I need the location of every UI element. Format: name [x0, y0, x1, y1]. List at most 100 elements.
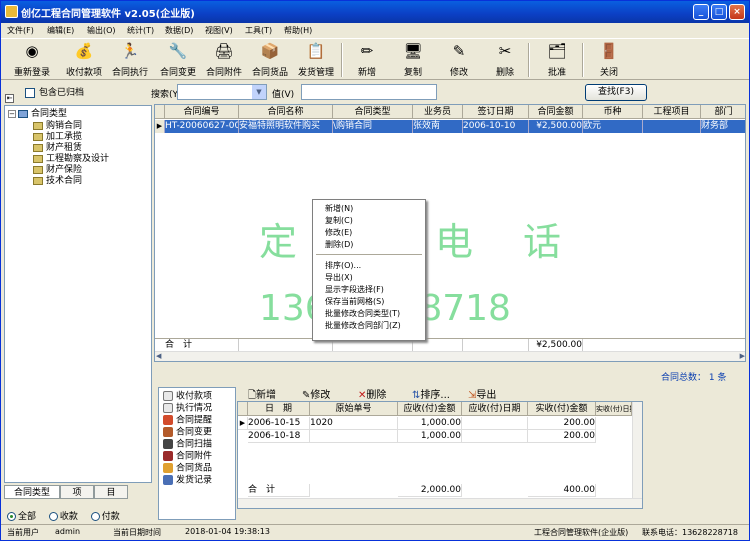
status-user: admin: [55, 527, 81, 536]
radio-receive[interactable]: 收款: [48, 512, 78, 522]
ctx-edit[interactable]: 修改(E): [325, 227, 352, 238]
receive-pay-button[interactable]: 💰 收付款项: [61, 41, 107, 79]
nav-attachment[interactable]: 合同附件: [163, 451, 212, 463]
radio-dot[interactable]: [48, 512, 58, 521]
radio-pay[interactable]: 付款: [90, 512, 120, 522]
menu-data[interactable]: 数据(D): [165, 25, 193, 36]
tab-contract-type[interactable]: 合同类型: [4, 485, 60, 499]
scroll-right-icon[interactable]: ▶: [740, 352, 745, 360]
tree-item[interactable]: 财产保险: [33, 165, 82, 175]
ctx-sort[interactable]: 排序(O)...: [325, 260, 361, 271]
nav-goods[interactable]: 合同货品: [163, 463, 212, 475]
subcell-paid-amount: 200.00: [528, 417, 596, 430]
tree-item[interactable]: 技术合同: [33, 176, 82, 186]
goods-button[interactable]: 📦 合同货品: [247, 41, 293, 79]
col-salesman[interactable]: 业务员: [413, 105, 463, 119]
find-button[interactable]: 查找(F3): [585, 84, 647, 101]
tree-root[interactable]: − 合同类型: [8, 109, 67, 119]
tree-item[interactable]: 工程勘察及设计: [33, 154, 109, 164]
col-sign-date[interactable]: 签订日期: [463, 105, 529, 119]
ctx-batch-dept[interactable]: 批量修改合同部门(Z): [325, 320, 401, 331]
status-user-label: 当前用户: [7, 528, 39, 537]
edit-icon: ✎: [452, 42, 466, 60]
search-field-select[interactable]: ▼: [177, 84, 267, 100]
app-window: 创亿工程合同管理软件 v2.05(企业版) _ □ × 文件(F) 编辑(E) …: [0, 0, 750, 541]
close-window-button[interactable]: ×: [729, 4, 745, 20]
subcol-paid-date[interactable]: 实收(付)日期: [596, 402, 632, 416]
menu-edit[interactable]: 编辑(E): [47, 25, 74, 36]
tab-project-1[interactable]: 项: [60, 485, 94, 499]
search-value-input[interactable]: [301, 84, 437, 100]
sub-edit-button[interactable]: ✎修改: [302, 386, 330, 401]
tree-collapse-icon[interactable]: −: [8, 110, 16, 118]
nav-change[interactable]: 合同变更: [163, 427, 212, 439]
edit-button[interactable]: ✎ 修改: [436, 41, 482, 79]
sub-sort-button[interactable]: ⇅排序...: [412, 386, 450, 401]
tab-project-2[interactable]: 目: [94, 485, 128, 499]
ctx-export[interactable]: 导出(X): [325, 272, 353, 283]
minimize-button[interactable]: _: [693, 4, 709, 20]
maximize-button[interactable]: □: [711, 4, 727, 20]
ctx-field-select[interactable]: 显示字段选择(F): [325, 284, 384, 295]
delete-button[interactable]: ✂ 删除: [482, 41, 528, 79]
ctx-save-grid[interactable]: 保存当前网格(S): [325, 296, 384, 307]
subcol-due-date[interactable]: 应收(付)日期: [462, 402, 528, 416]
menu-help[interactable]: 帮助(H): [284, 25, 312, 36]
radio-dot[interactable]: [90, 512, 100, 521]
radio-all[interactable]: 全部: [7, 512, 36, 522]
subcol-source-no[interactable]: 原始单号: [310, 402, 398, 416]
ctx-delete[interactable]: 删除(D): [325, 239, 353, 250]
menu-stats[interactable]: 统计(T): [127, 25, 154, 36]
ship-button[interactable]: 📋 发货管理: [293, 41, 339, 79]
col-contract-name[interactable]: 合同名称: [239, 105, 333, 119]
tree-item[interactable]: 加工承揽: [33, 132, 82, 142]
ctx-add[interactable]: 新增(N): [325, 203, 353, 214]
scroll-left-icon[interactable]: ◀: [156, 352, 161, 360]
nav-receive-pay[interactable]: 收付款项: [163, 391, 212, 403]
subgrid-vscrollbar[interactable]: [632, 402, 642, 498]
col-department[interactable]: 部门: [701, 105, 745, 119]
include-archived-checkbox[interactable]: 包含已归档: [25, 85, 84, 98]
ctx-batch-type[interactable]: 批量修改合同类型(T): [325, 308, 400, 319]
menu-output[interactable]: 输出(O): [87, 25, 116, 36]
execute-button[interactable]: 🏃 合同执行: [107, 41, 153, 79]
menu-view[interactable]: 视图(V): [205, 25, 233, 36]
collapse-panel-icon[interactable]: ⇤: [5, 94, 14, 103]
tree-item[interactable]: 财产租赁: [33, 143, 82, 153]
radio-dot[interactable]: [7, 512, 16, 521]
nav-shipping[interactable]: 发货记录: [163, 475, 212, 487]
menu-file[interactable]: 文件(F): [7, 25, 34, 36]
copy-button[interactable]: 🖥 复制: [390, 41, 436, 79]
subcol-date[interactable]: 日 期: [248, 402, 310, 416]
subcol-paid-amount[interactable]: 实收(付)金额: [528, 402, 596, 416]
detail-toolbar: 🗋新增 ✎修改 ✕删除 ⇅排序... ⇲导出: [240, 385, 640, 401]
col-amount[interactable]: 合同金额: [529, 105, 583, 119]
sub-delete-button[interactable]: ✕删除: [358, 386, 386, 401]
grid-hscrollbar[interactable]: ◀ ▶: [155, 351, 745, 361]
shipping-icon: [163, 475, 173, 485]
chevron-down-icon[interactable]: ▼: [252, 85, 266, 99]
close-button[interactable]: 🚪 关闭: [586, 41, 632, 79]
menu-tools[interactable]: 工具(T): [245, 25, 272, 36]
col-contract-type[interactable]: 合同类型: [333, 105, 413, 119]
subcol-due-amount[interactable]: 应收(付)金额: [398, 402, 462, 416]
nav-scan[interactable]: 合同扫描: [163, 439, 212, 451]
ctx-copy[interactable]: 复制(C): [325, 215, 353, 226]
subgrid-hscrollbar[interactable]: [238, 498, 642, 508]
value-label: 值(V): [272, 90, 295, 100]
approve-button[interactable]: 🗂 批准: [534, 41, 580, 79]
col-currency[interactable]: 币种: [583, 105, 643, 119]
add-button[interactable]: ✏ 新增: [344, 41, 390, 79]
sub-export-button[interactable]: ⇲导出: [468, 386, 496, 401]
leaf-icon: [33, 165, 43, 174]
relogin-button[interactable]: ◉ 重新登录: [9, 41, 55, 79]
col-project[interactable]: 工程项目: [643, 105, 701, 119]
change-button[interactable]: 🔧 合同变更: [155, 41, 201, 79]
tree-item[interactable]: 购销合同: [33, 121, 82, 131]
nav-reminder[interactable]: 合同提醒: [163, 415, 212, 427]
table-row[interactable]: ▶ HT-20060627-00 安福特照明软件购买 \购销合同 张效南 200…: [155, 120, 745, 133]
nav-execution[interactable]: 执行情况: [163, 403, 212, 415]
col-contract-no[interactable]: 合同编号: [165, 105, 239, 119]
checkbox-box[interactable]: [25, 87, 35, 98]
attach-button[interactable]: 🖨 合同附件: [201, 41, 247, 79]
